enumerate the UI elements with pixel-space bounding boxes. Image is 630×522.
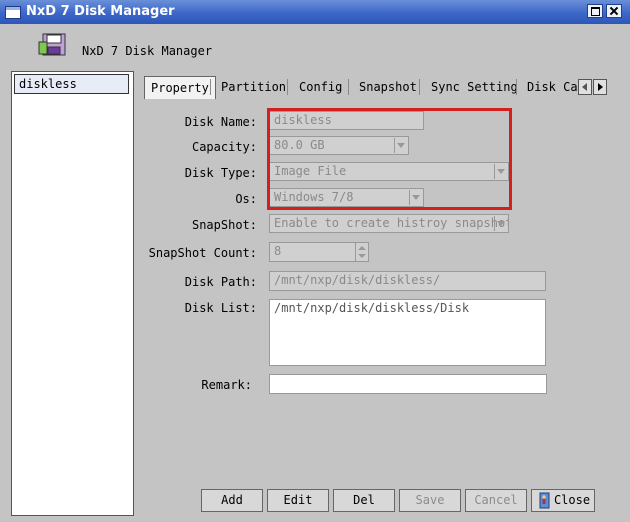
sidebar-item-label: diskless (19, 77, 77, 91)
disk-path-label: Disk Path: (184, 275, 257, 289)
tab-property[interactable]: Property (144, 76, 216, 99)
close-window-button[interactable] (606, 4, 622, 18)
close-button-label: Close (553, 493, 591, 507)
title-bar[interactable]: NxD 7 Disk Manager (0, 0, 630, 24)
snapshot-value: Enable to create histroy snapshot (274, 216, 509, 230)
tab-scroll-left-button[interactable] (578, 79, 592, 95)
add-button[interactable]: Add (201, 489, 263, 512)
os-label: Os: (235, 192, 257, 206)
remark-field[interactable] (269, 374, 547, 394)
tab-separator (348, 79, 349, 95)
tab-separator (419, 79, 420, 95)
save-button[interactable]: Save (399, 489, 461, 512)
disk-name-label: Disk Name: (184, 115, 257, 129)
highlight-box (267, 108, 512, 210)
snapshot-count-value: 8 (274, 244, 282, 258)
tab-snapshot[interactable]: Snapshot (353, 76, 423, 98)
window-title: NxD 7 Disk Manager (26, 4, 175, 19)
disk-path-field[interactable]: /mnt/nxp/disk/diskless/ (269, 271, 546, 291)
stepper-arrows-icon[interactable] (355, 243, 368, 261)
tab-disk-cache[interactable]: Disk Cache (521, 76, 578, 98)
snapshot-select[interactable]: Enable to create histroy snapshot (269, 214, 509, 233)
app-window: NxD 7 Disk Manager NxD 7 Disk Manager di… (0, 0, 630, 522)
tab-bar: Property Partition Config Snapshot Sync … (144, 76, 609, 99)
tab-config[interactable]: Config (293, 76, 348, 98)
window-icon (5, 6, 21, 19)
exit-door-icon (539, 492, 550, 509)
tab-partition[interactable]: Partition (215, 76, 292, 98)
del-button[interactable]: Del (333, 489, 395, 512)
sidebar-item-diskless[interactable]: diskless (14, 74, 129, 94)
capacity-label: Capacity: (191, 140, 257, 154)
snapshot-count-stepper[interactable]: 8 (269, 242, 369, 262)
snapshot-label: SnapShot: (191, 218, 257, 232)
snapshot-count-label: SnapShot Count: (148, 246, 257, 260)
disk-type-label: Disk Type: (184, 166, 257, 180)
disk-list-textarea[interactable]: /mnt/nxp/disk/diskless/Disk (269, 299, 546, 366)
disk-list-label: Disk List: (184, 301, 257, 315)
maximize-button[interactable] (587, 4, 603, 18)
chevron-down-icon (494, 216, 507, 231)
tab-separator (516, 79, 517, 95)
floppy-disk-icon (38, 33, 66, 56)
close-button[interactable]: Close (531, 489, 595, 512)
remark-label: Remark: (201, 378, 252, 392)
disk-list-panel: diskless (11, 71, 134, 516)
tab-separator (287, 79, 288, 95)
app-name: NxD 7 Disk Manager (82, 44, 213, 58)
tab-sync-setting[interactable]: Sync Setting (425, 76, 524, 98)
tab-scroll-right-button[interactable] (593, 79, 607, 95)
edit-button[interactable]: Edit (267, 489, 329, 512)
tab-separator (210, 79, 211, 95)
cancel-button[interactable]: Cancel (465, 489, 527, 512)
